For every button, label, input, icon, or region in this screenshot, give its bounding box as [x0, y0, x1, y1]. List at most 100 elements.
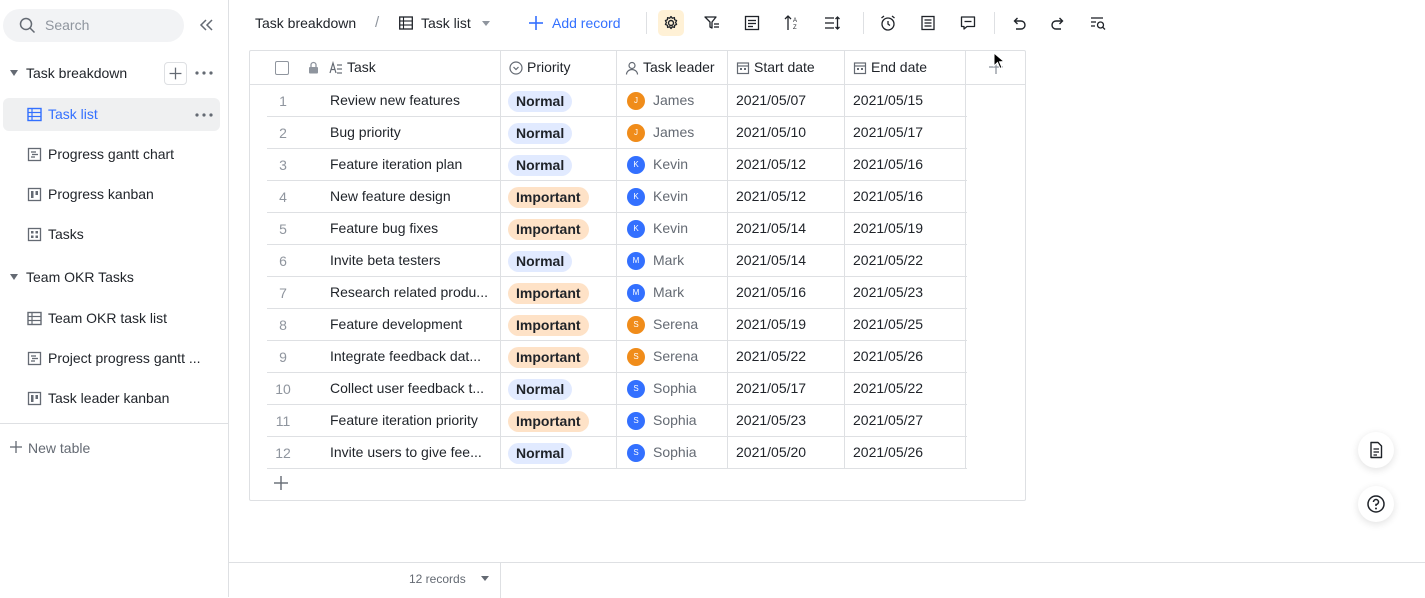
- add-row-icon[interactable]: [274, 476, 288, 490]
- cell-task-leader[interactable]: K Kevin: [617, 149, 728, 181]
- cell-priority[interactable]: Important: [501, 341, 617, 373]
- caret-down-icon[interactable]: [10, 70, 18, 76]
- table-row[interactable]: 8 Feature development Important S Serena 2021…: [267, 309, 967, 341]
- cell-start-date[interactable]: 2021/05/14: [728, 245, 845, 277]
- cell-end-date[interactable]: 2021/05/23: [845, 277, 966, 309]
- cell-end-date[interactable]: 2021/05/22: [845, 245, 966, 277]
- table-row[interactable]: 6 Invite beta testers Normal M Mark 2021/05/1…: [267, 245, 967, 277]
- cell-task[interactable]: 9 Integrate feedback dat...: [267, 341, 501, 373]
- table-row[interactable]: 2 Bug priority Normal J James 2021/05/10 2021/…: [267, 117, 967, 149]
- cell-task[interactable]: 6 Invite beta testers: [267, 245, 501, 277]
- cell-task-leader[interactable]: K Kevin: [617, 181, 728, 213]
- column-header-task-leader[interactable]: Task leader: [617, 51, 728, 85]
- table-row[interactable]: 4 New feature design Important K Kevin 2021/0…: [267, 181, 967, 213]
- cell-end-date[interactable]: 2021/05/26: [845, 341, 966, 373]
- cell-task-leader[interactable]: M Mark: [617, 277, 728, 309]
- cell-end-date[interactable]: 2021/05/17: [845, 117, 966, 149]
- cell-start-date[interactable]: 2021/05/14: [728, 213, 845, 245]
- redo-button[interactable]: [1045, 10, 1071, 36]
- cell-task-leader[interactable]: J James: [617, 117, 728, 149]
- column-header-end-date[interactable]: End date: [845, 51, 966, 85]
- sidebar-item-tasks[interactable]: Tasks: [3, 218, 220, 251]
- cell-priority[interactable]: Normal: [501, 117, 617, 149]
- cell-start-date[interactable]: 2021/05/07: [728, 85, 845, 117]
- table-row[interactable]: 7 Research related produ... Important M Mark…: [267, 277, 967, 309]
- table-row[interactable]: 12 Invite users to give fee... Normal S Soph…: [267, 437, 967, 469]
- group-button[interactable]: [739, 10, 765, 36]
- cell-priority[interactable]: Normal: [501, 149, 617, 181]
- sort-button[interactable]: AZ: [779, 10, 805, 36]
- cell-start-date[interactable]: 2021/05/19: [728, 309, 845, 341]
- cell-priority[interactable]: Important: [501, 213, 617, 245]
- sidebar-item-task-list[interactable]: Task list: [3, 98, 220, 131]
- cell-end-date[interactable]: 2021/05/15: [845, 85, 966, 117]
- cell-end-date[interactable]: 2021/05/16: [845, 181, 966, 213]
- cell-end-date[interactable]: 2021/05/27: [845, 405, 966, 437]
- form-button[interactable]: [915, 10, 941, 36]
- cell-end-date[interactable]: 2021/05/22: [845, 373, 966, 405]
- cell-end-date[interactable]: 2021/05/26: [845, 437, 966, 469]
- table-row[interactable]: 5 Feature bug fixes Important K Kevin 2021/05…: [267, 213, 967, 245]
- cell-task[interactable]: 10 Collect user feedback t...: [267, 373, 501, 405]
- cell-task[interactable]: 11 Feature iteration priority: [267, 405, 501, 437]
- table-row[interactable]: 1 Review new features Normal J James 2021/05/…: [267, 85, 967, 117]
- table-row[interactable]: 9 Integrate feedback dat... Important S Sere…: [267, 341, 967, 373]
- sidebar-item-progress-gantt-chart[interactable]: Progress gantt chart: [3, 138, 220, 171]
- cell-task[interactable]: 7 Research related produ...: [267, 277, 501, 309]
- help-button[interactable]: [1358, 486, 1394, 522]
- group-task-breakdown[interactable]: Task breakdown: [0, 58, 229, 90]
- cell-priority[interactable]: Normal: [501, 373, 617, 405]
- sidebar-item-progress-kanban[interactable]: Progress kanban: [3, 178, 220, 211]
- settings-button[interactable]: [658, 10, 684, 36]
- cell-task[interactable]: 1 Review new features: [267, 85, 501, 117]
- column-header-priority[interactable]: Priority: [501, 51, 617, 85]
- cell-priority[interactable]: Normal: [501, 85, 617, 117]
- add-table-button[interactable]: [164, 62, 187, 85]
- cell-task-leader[interactable]: S Sophia: [617, 437, 728, 469]
- cell-start-date[interactable]: 2021/05/10: [728, 117, 845, 149]
- chevron-down-icon[interactable]: [481, 576, 489, 581]
- cell-task-leader[interactable]: K Kevin: [617, 213, 728, 245]
- cell-end-date[interactable]: 2021/05/19: [845, 213, 966, 245]
- table-row[interactable]: 10 Collect user feedback t... Normal S Sophi…: [267, 373, 967, 405]
- comment-button[interactable]: [955, 10, 981, 36]
- group-team-okr-tasks[interactable]: Team OKR Tasks: [0, 262, 229, 294]
- cell-start-date[interactable]: 2021/05/23: [728, 405, 845, 437]
- cell-task-leader[interactable]: S Serena: [617, 341, 728, 373]
- cell-priority[interactable]: Normal: [501, 245, 617, 277]
- column-header-task[interactable]: Task: [250, 51, 501, 85]
- record-count[interactable]: 12 records: [409, 572, 466, 586]
- cell-task[interactable]: 12 Invite users to give fee...: [267, 437, 501, 469]
- table-row[interactable]: 3 Feature iteration plan Normal K Kevin 2021/…: [267, 149, 967, 181]
- column-header-start-date[interactable]: Start date: [728, 51, 845, 85]
- cell-task-leader[interactable]: J James: [617, 85, 728, 117]
- cell-start-date[interactable]: 2021/05/20: [728, 437, 845, 469]
- sidebar-item-team-okr-task-list[interactable]: Team OKR task list: [3, 302, 220, 335]
- cell-task-leader[interactable]: S Serena: [617, 309, 728, 341]
- filter-button[interactable]: [699, 10, 725, 36]
- cell-start-date[interactable]: 2021/05/17: [728, 373, 845, 405]
- cell-task[interactable]: 3 Feature iteration plan: [267, 149, 501, 181]
- select-all-checkbox[interactable]: [275, 61, 289, 75]
- cell-end-date[interactable]: 2021/05/16: [845, 149, 966, 181]
- undo-button[interactable]: [1006, 10, 1032, 36]
- table-row[interactable]: 11 Feature iteration priority Important S So…: [267, 405, 967, 437]
- cell-start-date[interactable]: 2021/05/22: [728, 341, 845, 373]
- caret-down-icon[interactable]: [10, 274, 18, 280]
- cell-start-date[interactable]: 2021/05/16: [728, 277, 845, 309]
- document-button[interactable]: [1358, 432, 1394, 468]
- cell-task[interactable]: 4 New feature design: [267, 181, 501, 213]
- more-icon[interactable]: [194, 66, 214, 80]
- row-height-button[interactable]: [819, 10, 845, 36]
- cell-start-date[interactable]: 2021/05/12: [728, 149, 845, 181]
- reminder-button[interactable]: [875, 10, 901, 36]
- cell-task[interactable]: 5 Feature bug fixes: [267, 213, 501, 245]
- cell-end-date[interactable]: 2021/05/25: [845, 309, 966, 341]
- cell-priority[interactable]: Important: [501, 181, 617, 213]
- breadcrumb-title[interactable]: Task breakdown: [255, 15, 356, 31]
- find-button[interactable]: [1085, 10, 1111, 36]
- cell-task-leader[interactable]: S Sophia: [617, 373, 728, 405]
- cell-priority[interactable]: Normal: [501, 437, 617, 469]
- search-input[interactable]: Search: [3, 9, 184, 42]
- cell-task[interactable]: 2 Bug priority: [267, 117, 501, 149]
